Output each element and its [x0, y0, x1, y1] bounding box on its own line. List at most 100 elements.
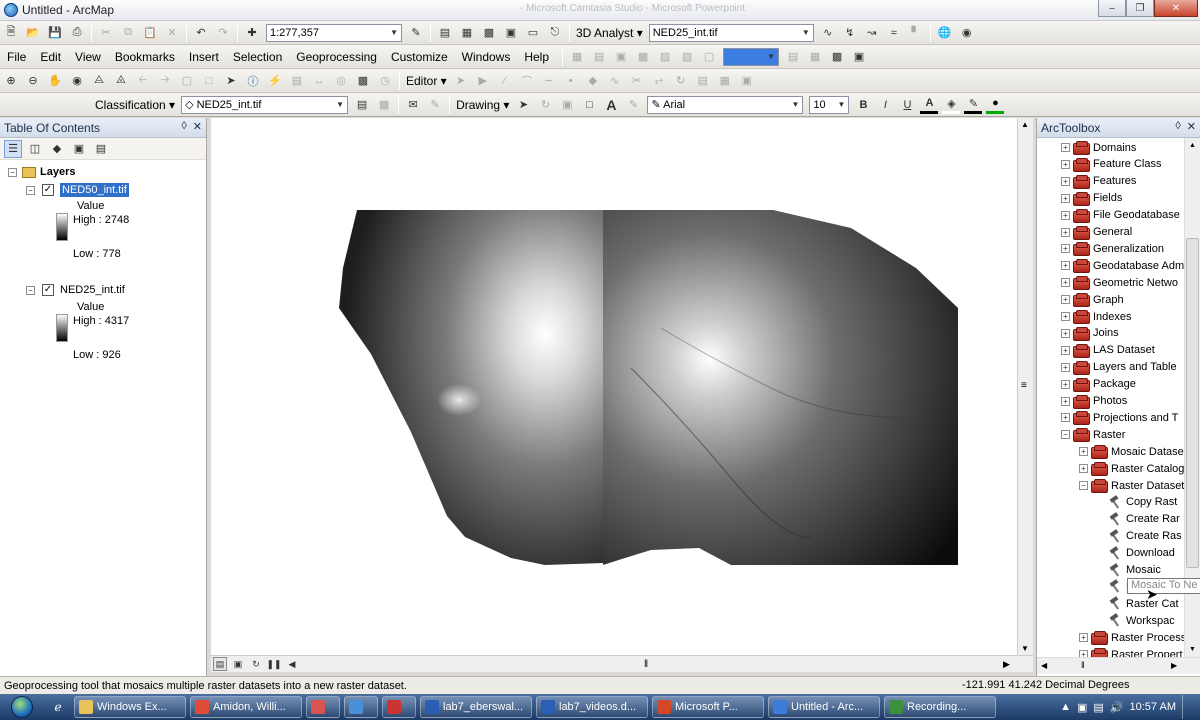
- draw-tool-icon[interactable]: ✎: [426, 96, 444, 114]
- split-icon[interactable]: ⥅: [650, 72, 668, 90]
- volume-icon[interactable]: 🔊: [1110, 701, 1124, 714]
- clear-selection-icon[interactable]: □: [200, 72, 218, 90]
- edit-text-icon[interactable]: ✎: [624, 96, 642, 114]
- georef-icon-7[interactable]: ▢: [700, 48, 718, 66]
- menu-geoprocessing[interactable]: Geoprocessing: [289, 50, 384, 64]
- expand-icon[interactable]: +: [1061, 193, 1070, 203]
- save-icon[interactable]: 💾: [46, 24, 64, 42]
- scroll-right-icon[interactable]: ▶: [1003, 659, 1010, 670]
- toolbox-toolset-item[interactable]: + Projections and T: [1061, 411, 1178, 426]
- collapse-icon[interactable]: −: [1079, 481, 1088, 490]
- sketch-properties-icon[interactable]: ▦: [716, 72, 734, 90]
- georef-icon-6[interactable]: ▨: [678, 48, 696, 66]
- effects-icon-4[interactable]: ▣: [850, 48, 868, 66]
- cut-polygons-icon[interactable]: ✂: [628, 72, 646, 90]
- italic-button[interactable]: I: [876, 96, 894, 114]
- expand-icon[interactable]: +: [1061, 261, 1070, 271]
- cut-icon[interactable]: ✂: [97, 24, 115, 42]
- expand-icon[interactable]: +: [1079, 633, 1088, 643]
- clock[interactable]: 10:57 AM: [1130, 701, 1176, 713]
- expand-icon[interactable]: +: [1061, 413, 1070, 423]
- toc-window-icon[interactable]: ▤: [436, 24, 454, 42]
- layer-name[interactable]: NED25_int.tif: [60, 284, 125, 296]
- scroll-left-icon[interactable]: ◀: [1041, 661, 1047, 670]
- expand-icon[interactable]: +: [1061, 396, 1070, 406]
- collapse-icon[interactable]: −: [1061, 430, 1070, 440]
- menu-windows[interactable]: Windows: [455, 50, 518, 64]
- create-features-icon[interactable]: ▣: [738, 72, 756, 90]
- zoom-whole-page-icon[interactable]: ▣: [558, 96, 576, 114]
- toolbox-toolset-item[interactable]: + Joins: [1061, 326, 1119, 341]
- internet-explorer-icon[interactable]: ℯ: [44, 696, 72, 718]
- effects-icon-2[interactable]: ▦: [806, 48, 824, 66]
- open-folder-icon[interactable]: 📂: [24, 24, 42, 42]
- toolbox-tool-item[interactable]: Workspac: [1097, 614, 1175, 627]
- menu-help[interactable]: Help: [517, 50, 556, 64]
- taskbar-item[interactable]: Untitled - Arc...: [768, 696, 880, 718]
- menu-selection[interactable]: Selection: [226, 50, 289, 64]
- fill-color-icon[interactable]: ◈: [942, 96, 961, 114]
- select-elements-icon[interactable]: ➤: [222, 72, 240, 90]
- rotate-icon[interactable]: ↻: [672, 72, 690, 90]
- layer-row-ned50[interactable]: − ✓ NED50_int.tif: [26, 183, 129, 197]
- editor-toolbar-icon[interactable]: ✎: [407, 24, 425, 42]
- scroll-thumb-grip[interactable]: ≡: [1021, 380, 1027, 391]
- scroll-down-icon[interactable]: ▼: [1189, 646, 1196, 653]
- edit-vertices-icon[interactable]: ◆: [584, 72, 602, 90]
- minimize-button[interactable]: –: [1098, 0, 1126, 17]
- interpolate-line-icon[interactable]: ≈: [885, 24, 903, 42]
- full-extent-icon[interactable]: ◉: [68, 72, 86, 90]
- editor-menu[interactable]: Editor ▾: [403, 74, 450, 88]
- collapse-icon[interactable]: −: [26, 285, 35, 295]
- fixed-zoom-in-icon[interactable]: ⨺: [90, 72, 108, 90]
- toolbox-tool-item[interactable]: Mosaic: [1097, 564, 1161, 577]
- expand-icon[interactable]: +: [1061, 278, 1070, 288]
- georef-icon-4[interactable]: ▩: [634, 48, 652, 66]
- taskbar-item[interactable]: lab7_videos.d...: [536, 696, 648, 718]
- georef-icon-1[interactable]: ▦: [568, 48, 586, 66]
- maximize-button[interactable]: ❐: [1126, 0, 1154, 17]
- layout-view-button[interactable]: ▣: [231, 657, 245, 671]
- start-button[interactable]: [0, 694, 44, 720]
- zoom-in-icon[interactable]: ⊕: [2, 72, 20, 90]
- menu-bookmarks[interactable]: Bookmarks: [108, 50, 182, 64]
- toolbox-toolset-item[interactable]: + LAS Dataset: [1061, 343, 1155, 358]
- expand-icon[interactable]: +: [1079, 447, 1088, 457]
- print-icon[interactable]: ⎙: [68, 24, 86, 42]
- toc-close-icon[interactable]: ✕: [193, 120, 202, 133]
- zoom-out-icon[interactable]: ⊖: [24, 72, 42, 90]
- arctoolbox-window-icon[interactable]: ▣: [502, 24, 520, 42]
- menu-view[interactable]: View: [68, 50, 108, 64]
- profile-graph-icon[interactable]: ▘: [907, 24, 925, 42]
- scroll-up-icon[interactable]: ▲: [1021, 120, 1029, 129]
- font-size-combo[interactable]: 10 ▼: [809, 95, 850, 114]
- envelope-icon[interactable]: ✉: [404, 96, 422, 114]
- 3d-analyst-layer-combo[interactable]: NED25_int.tif ▼: [648, 23, 814, 42]
- line-color-icon[interactable]: ✎: [964, 96, 983, 114]
- scroll-left-icon[interactable]: ◀: [285, 657, 299, 671]
- toolbox-toolset-item[interactable]: + Domains: [1061, 141, 1136, 155]
- edit-tool-icon[interactable]: ➤: [452, 72, 470, 90]
- refresh-view-icon[interactable]: ↻: [249, 657, 263, 671]
- list-by-drawing-order-icon[interactable]: ☰: [4, 139, 22, 158]
- taskbar-item[interactable]: [344, 696, 378, 718]
- histogram-icon[interactable]: ▩: [375, 96, 393, 114]
- forward-extent-icon[interactable]: 🡢: [156, 72, 174, 90]
- taskbar-item[interactable]: Recording...: [884, 696, 996, 718]
- expand-icon[interactable]: +: [1061, 345, 1070, 355]
- python-window-icon[interactable]: ▭: [524, 24, 542, 42]
- html-popup-icon[interactable]: ▤: [288, 72, 306, 90]
- taskbar-item[interactable]: Amidon, Willi...: [190, 696, 302, 718]
- taskbar-item[interactable]: lab7_eberswal...: [420, 696, 532, 718]
- time-slider-icon[interactable]: ◷: [376, 72, 394, 90]
- collapse-icon[interactable]: −: [26, 185, 35, 195]
- bold-button[interactable]: B: [854, 96, 872, 114]
- steepest-path-icon[interactable]: ↯: [841, 24, 859, 42]
- expand-icon[interactable]: +: [1061, 159, 1070, 169]
- expand-icon[interactable]: +: [1061, 210, 1070, 220]
- identify-icon[interactable]: ⓘ: [244, 72, 262, 90]
- expand-icon[interactable]: +: [1061, 244, 1070, 254]
- back-extent-icon[interactable]: 🡠: [134, 72, 152, 90]
- toolbox-toolset-item[interactable]: + Photos: [1061, 394, 1127, 409]
- font-name-combo[interactable]: ✎ Arial ▼: [647, 95, 804, 114]
